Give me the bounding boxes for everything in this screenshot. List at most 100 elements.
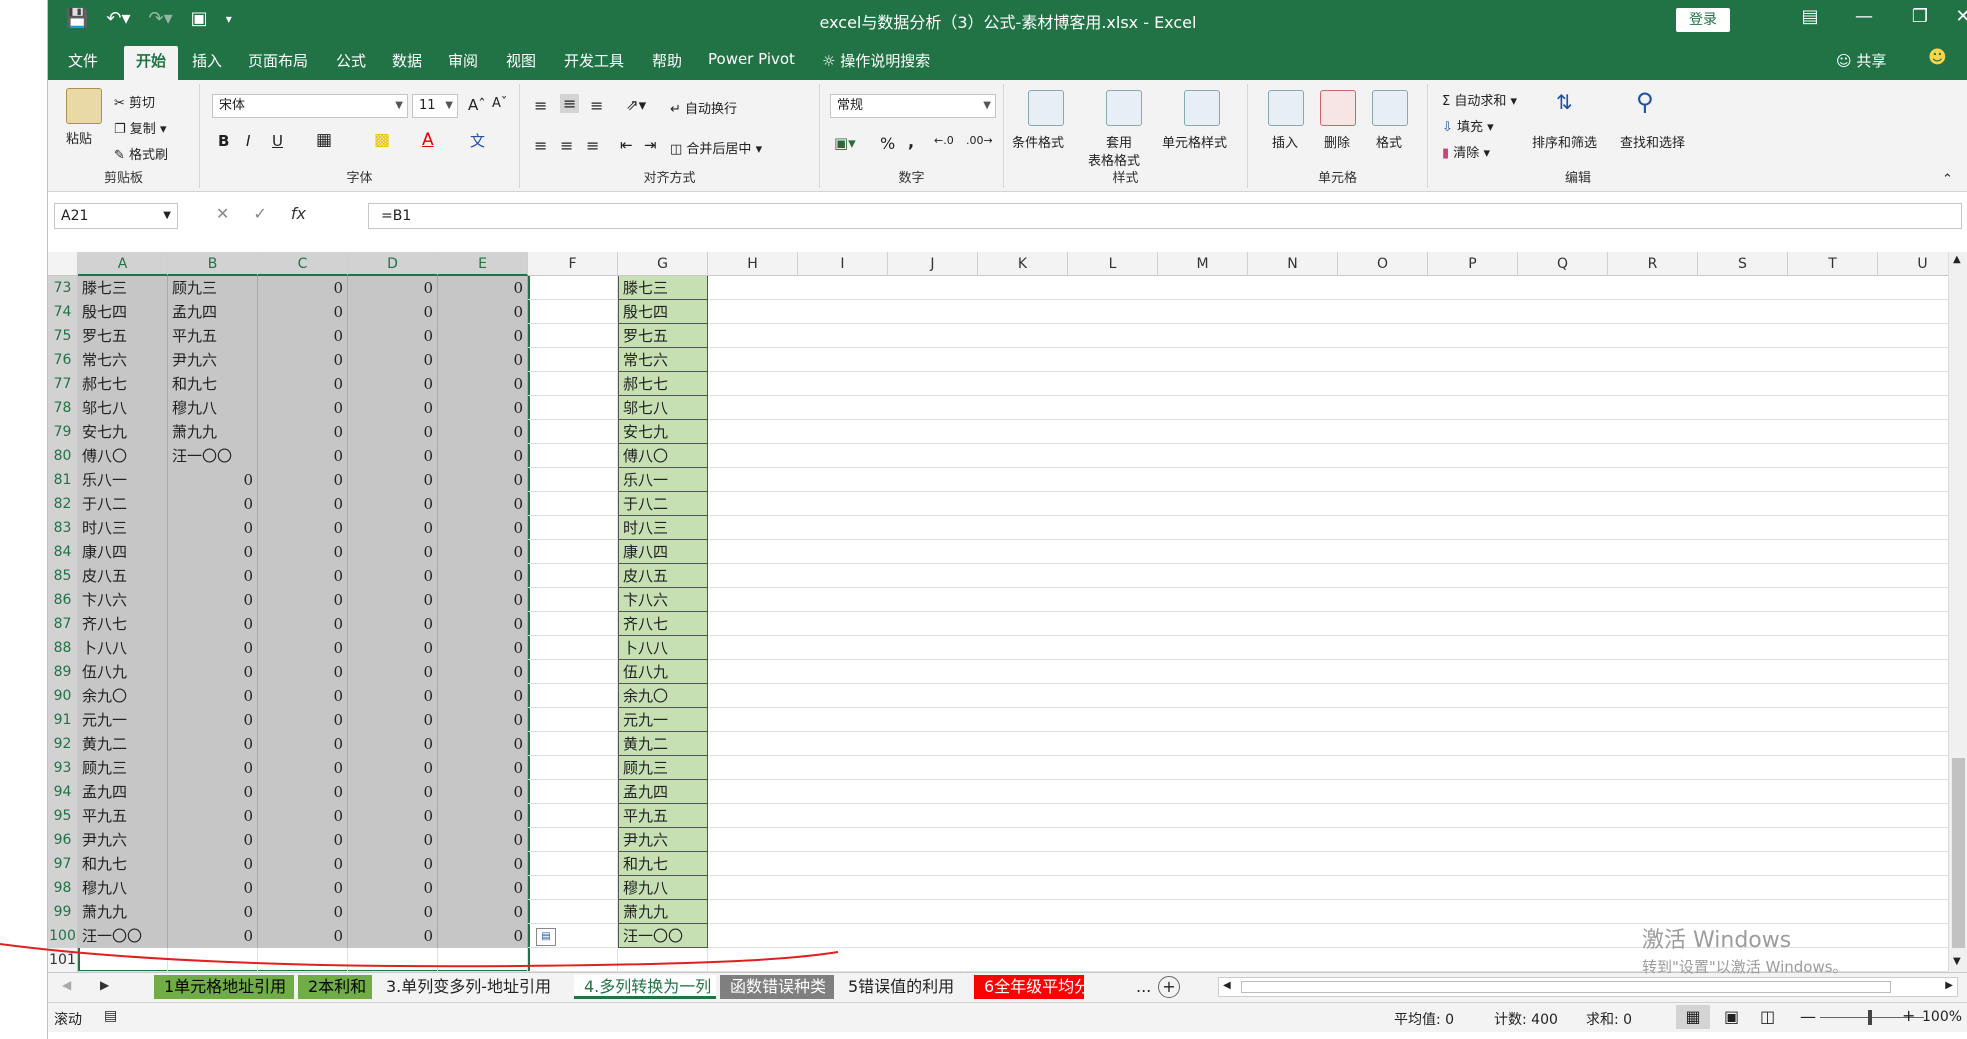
scroll-up-icon[interactable]: ▲ (1953, 254, 1961, 265)
cell-d[interactable]: 0 (348, 588, 438, 612)
cell-e[interactable]: 0 (438, 612, 528, 636)
row-header[interactable]: 92 (48, 732, 78, 756)
cell-b[interactable]: 顾九三 (168, 276, 258, 300)
cell-b[interactable]: 穆九八 (168, 396, 258, 420)
cell-b[interactable]: 0 (168, 660, 258, 684)
tab-data[interactable]: 数据 (392, 50, 422, 71)
cell-g[interactable]: 皮八五 (618, 564, 708, 588)
cell-e[interactable]: 0 (438, 468, 528, 492)
column-header-p[interactable]: P (1428, 252, 1518, 276)
align-center-icon[interactable]: ≡ (560, 136, 573, 155)
cell-f[interactable] (528, 420, 618, 444)
cell-c[interactable]: 0 (258, 828, 348, 852)
cell-a[interactable]: 康八四 (78, 540, 168, 564)
cell-d[interactable]: 0 (348, 396, 438, 420)
cell-f[interactable] (528, 636, 618, 660)
cell-f[interactable] (528, 324, 618, 348)
sheet-tab[interactable]: 函数错误种类 (720, 975, 834, 999)
decrease-indent-icon[interactable]: ⇤ (620, 136, 633, 154)
cell-e[interactable]: 0 (438, 444, 528, 468)
add-sheet-icon[interactable]: + (1158, 976, 1180, 998)
row-header[interactable]: 90 (48, 684, 78, 708)
column-header-l[interactable]: L (1068, 252, 1158, 276)
cell-g[interactable]: 滕七三 (618, 276, 708, 300)
cell-e[interactable]: 0 (438, 372, 528, 396)
enter-icon[interactable]: ✓ (253, 204, 266, 223)
cell-c[interactable]: 0 (258, 348, 348, 372)
increase-font-icon[interactable]: Aˆ (468, 96, 486, 114)
align-middle-icon[interactable]: ≡ (560, 94, 580, 113)
insert-function-button[interactable]: fx (291, 204, 306, 223)
delete-cells-button[interactable]: 删除 (1324, 132, 1350, 151)
cell-a[interactable]: 卞八六 (78, 588, 168, 612)
cell-d[interactable]: 0 (348, 636, 438, 660)
column-header-m[interactable]: M (1158, 252, 1248, 276)
cell-c[interactable]: 0 (258, 516, 348, 540)
name-box[interactable]: A21 ▼ (54, 203, 178, 229)
login-button[interactable]: 登录 (1676, 8, 1730, 32)
cell-a[interactable]: 罗七五 (78, 324, 168, 348)
cell-d[interactable]: 0 (348, 828, 438, 852)
align-left-icon[interactable]: ≡ (534, 136, 547, 155)
increase-decimal-icon[interactable]: ←.0 (934, 134, 954, 147)
comma-button[interactable]: , (908, 132, 914, 151)
cell-d[interactable]: 0 (348, 804, 438, 828)
cell-b[interactable]: 0 (168, 588, 258, 612)
insert-cells-button[interactable]: 插入 (1272, 132, 1298, 151)
format-cells-button[interactable]: 格式 (1376, 132, 1402, 151)
cell-a[interactable]: 萧九九 (78, 900, 168, 924)
clear-button[interactable]: ▮ 清除 ▾ (1442, 142, 1490, 161)
cell-f[interactable] (528, 516, 618, 540)
cell-e[interactable]: 0 (438, 324, 528, 348)
cell-d[interactable]: 0 (348, 324, 438, 348)
underline-button[interactable]: U (272, 132, 283, 150)
cell-d[interactable]: 0 (348, 516, 438, 540)
cell-g[interactable]: 平九五 (618, 804, 708, 828)
cell-f[interactable] (528, 852, 618, 876)
formula-input[interactable]: =B1 (368, 203, 1962, 229)
cell-a[interactable]: 汪一〇〇 (78, 924, 168, 948)
cell-b[interactable]: 0 (168, 828, 258, 852)
cell-f[interactable] (528, 444, 618, 468)
cell-a[interactable] (78, 948, 168, 972)
cell-g[interactable]: 邬七八 (618, 396, 708, 420)
column-header-c[interactable]: C (258, 252, 348, 276)
cell-styles-icon[interactable] (1184, 90, 1220, 126)
font-name-select[interactable]: 宋体 ▼ (212, 94, 408, 118)
column-header-r[interactable]: R (1608, 252, 1698, 276)
cell-b[interactable]: 0 (168, 780, 258, 804)
cell-a[interactable]: 郝七七 (78, 372, 168, 396)
cell-d[interactable] (348, 948, 438, 972)
column-header-n[interactable]: N (1248, 252, 1338, 276)
find-select-button[interactable]: 查找和选择 (1620, 132, 1685, 151)
italic-button[interactable]: I (246, 132, 250, 150)
cell-b[interactable]: 0 (168, 708, 258, 732)
close-icon[interactable]: ✕ (1953, 6, 1967, 27)
tab-developer[interactable]: 开发工具 (564, 50, 624, 71)
sort-filter-icon[interactable]: ⇅ (1556, 90, 1573, 114)
cell-d[interactable]: 0 (348, 348, 438, 372)
cell-d[interactable]: 0 (348, 756, 438, 780)
cell-a[interactable]: 尹九六 (78, 828, 168, 852)
cell-e[interactable]: 0 (438, 756, 528, 780)
cell-e[interactable]: 0 (438, 564, 528, 588)
cell-b[interactable]: 孟九四 (168, 300, 258, 324)
cut-button[interactable]: ✂ 剪切 (114, 92, 155, 111)
cell-f[interactable] (528, 396, 618, 420)
column-header-t[interactable]: T (1788, 252, 1878, 276)
paste-button[interactable]: 粘贴 (66, 128, 92, 147)
row-header[interactable]: 87 (48, 612, 78, 636)
page-break-view-icon[interactable]: ◫ (1760, 1007, 1775, 1026)
format-painter-button[interactable]: ✎ 格式刷 (114, 144, 168, 163)
cell-g[interactable]: 乐八一 (618, 468, 708, 492)
borders-icon[interactable]: ▦ (316, 130, 332, 150)
cell-g[interactable]: 孟九四 (618, 780, 708, 804)
column-header-e[interactable]: E (438, 252, 528, 276)
cell-f[interactable] (528, 348, 618, 372)
cell-g[interactable]: 卜八八 (618, 636, 708, 660)
row-header[interactable]: 94 (48, 780, 78, 804)
cell-c[interactable]: 0 (258, 708, 348, 732)
row-header[interactable]: 86 (48, 588, 78, 612)
cell-a[interactable]: 时八三 (78, 516, 168, 540)
cell-f[interactable] (528, 732, 618, 756)
